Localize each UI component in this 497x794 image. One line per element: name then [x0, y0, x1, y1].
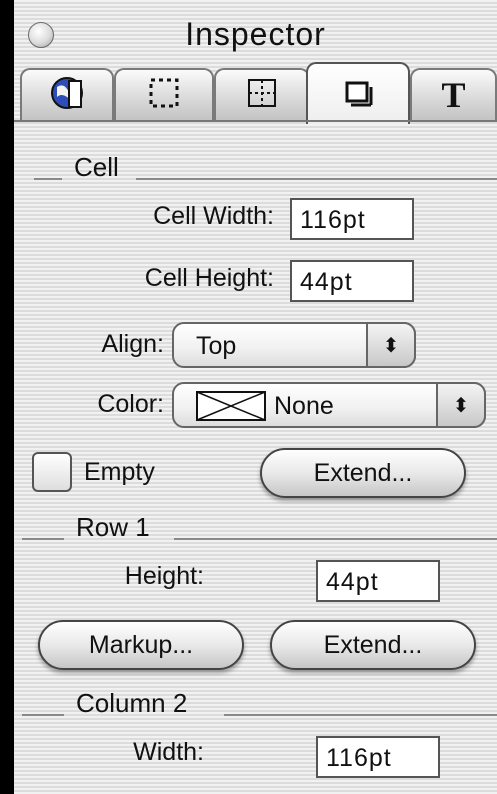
updown-arrow-icon: ⬍: [436, 382, 486, 428]
tab-frame[interactable]: [114, 68, 214, 120]
section-rule: [22, 714, 64, 716]
column-width-field[interactable]: 116pt: [316, 736, 440, 778]
column-width-label: Width:: [133, 738, 204, 766]
section-rule: [34, 178, 62, 180]
inspector-tabs: T: [14, 62, 497, 124]
dotted-square-icon: [147, 76, 181, 115]
color-label: Color:: [97, 390, 164, 418]
cell-height-label: Cell Height:: [144, 264, 274, 292]
no-color-swatch-icon: [196, 391, 266, 426]
row-height-label: Height:: [124, 562, 204, 590]
section-rule: [224, 714, 497, 716]
color-value: None: [274, 392, 334, 420]
window-title: Inspector: [185, 16, 326, 52]
tab-table-cell[interactable]: [306, 62, 410, 124]
inspector-window: Inspector T Cell Cell Width: 116pt Cell …: [14, 0, 497, 794]
section-rule: [136, 178, 497, 180]
cell-width-field[interactable]: 116pt: [290, 198, 414, 240]
updown-arrow-icon: ⬍: [366, 322, 416, 368]
section-column: Column 2: [76, 688, 188, 718]
empty-label: Empty: [84, 458, 155, 486]
cell-width-label: Cell Width:: [153, 202, 274, 230]
section-row: Row 1: [76, 512, 150, 542]
tab-text[interactable]: T: [410, 68, 497, 120]
empty-checkbox[interactable]: [32, 452, 72, 492]
globe-icon: [49, 75, 85, 116]
row-height-field[interactable]: 44pt: [316, 560, 440, 602]
section-cell: Cell: [74, 152, 119, 182]
tab-globe[interactable]: [20, 68, 114, 120]
title-bar[interactable]: Inspector: [14, 0, 497, 60]
align-label: Align:: [101, 330, 164, 358]
text-icon: T: [441, 75, 466, 115]
table-cell-icon: [341, 75, 375, 114]
tab-divider: [14, 120, 497, 122]
cell-height-field[interactable]: 44pt: [290, 260, 414, 302]
tab-grid[interactable]: [214, 68, 310, 120]
color-select[interactable]: None ⬍: [172, 382, 486, 428]
markup-button[interactable]: Markup...: [38, 620, 244, 670]
grid-icon: [245, 76, 279, 115]
cell-extend-button[interactable]: Extend...: [260, 448, 466, 498]
align-select[interactable]: Top ⬍: [172, 322, 416, 368]
section-rule: [174, 538, 497, 540]
align-value: Top: [196, 332, 237, 360]
row-extend-button[interactable]: Extend...: [270, 620, 476, 670]
section-rule: [22, 538, 64, 540]
